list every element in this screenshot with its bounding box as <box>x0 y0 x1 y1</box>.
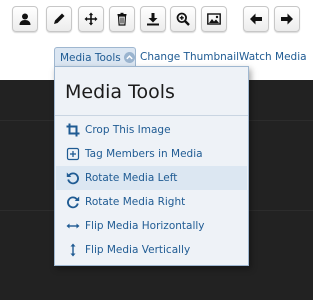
chevron-up-icon <box>123 52 135 63</box>
watch-media-link[interactable]: Watch Media <box>239 51 307 63</box>
crop-icon <box>66 123 80 137</box>
toolbar-edit-button[interactable] <box>46 6 72 32</box>
rotate-right-icon <box>66 195 80 209</box>
menu-item-flip-horizontal[interactable]: Flip Media Horizontally <box>56 214 247 238</box>
media-links-bar: Media Tools Change Thumbnail Watch Media <box>0 47 313 67</box>
toolbar-image-button[interactable] <box>201 6 227 32</box>
flip-horizontal-icon <box>66 219 80 233</box>
arrow-left-icon <box>250 13 262 25</box>
flip-vertical-icon <box>66 243 80 257</box>
menu-item-label: Rotate Media Left <box>85 172 178 184</box>
media-tools-label: Media Tools <box>60 51 121 64</box>
move-icon <box>84 12 98 26</box>
menu-divider <box>55 115 248 116</box>
media-tools-menu-trigger[interactable]: Media Tools <box>54 47 136 67</box>
download-icon <box>147 13 159 26</box>
menu-item-label: Tag Members in Media <box>85 148 203 160</box>
zoom-in-icon <box>176 12 190 26</box>
toolbar-move-button[interactable] <box>78 6 104 32</box>
toolbar-next-button[interactable] <box>274 6 300 32</box>
menu-item-label: Flip Media Vertically <box>85 244 191 256</box>
menu-item-rotate-right[interactable]: Rotate Media Right <box>56 190 247 214</box>
menu-item-flip-vertical[interactable]: Flip Media Vertically <box>56 238 247 262</box>
arrow-right-icon <box>281 13 293 25</box>
menu-item-label: Rotate Media Right <box>85 196 186 208</box>
menu-item-rotate-left[interactable]: Rotate Media Left <box>56 166 247 190</box>
trash-icon <box>117 12 127 26</box>
pencil-icon <box>54 13 65 24</box>
user-icon <box>19 13 31 25</box>
media-tools-menu: Media Tools Crop This Image Tag Members … <box>54 66 249 266</box>
tag-plus-icon <box>66 147 80 161</box>
rotate-left-icon <box>66 171 80 185</box>
toolbar-delete-button[interactable] <box>109 6 135 32</box>
image-icon <box>207 13 221 25</box>
menu-item-label: Crop This Image <box>85 124 171 136</box>
toolbar-user-button[interactable] <box>12 6 38 32</box>
menu-item-label: Flip Media Horizontally <box>85 220 205 232</box>
media-toolbar <box>12 6 302 34</box>
menu-item-tag-members[interactable]: Tag Members in Media <box>56 142 247 166</box>
toolbar-previous-button[interactable] <box>243 6 269 32</box>
toolbar-zoom-button[interactable] <box>170 6 196 32</box>
menu-item-crop[interactable]: Crop This Image <box>56 118 247 142</box>
change-thumbnail-link[interactable]: Change Thumbnail <box>140 51 239 63</box>
menu-title: Media Tools <box>65 81 175 103</box>
toolbar-download-button[interactable] <box>140 6 166 32</box>
